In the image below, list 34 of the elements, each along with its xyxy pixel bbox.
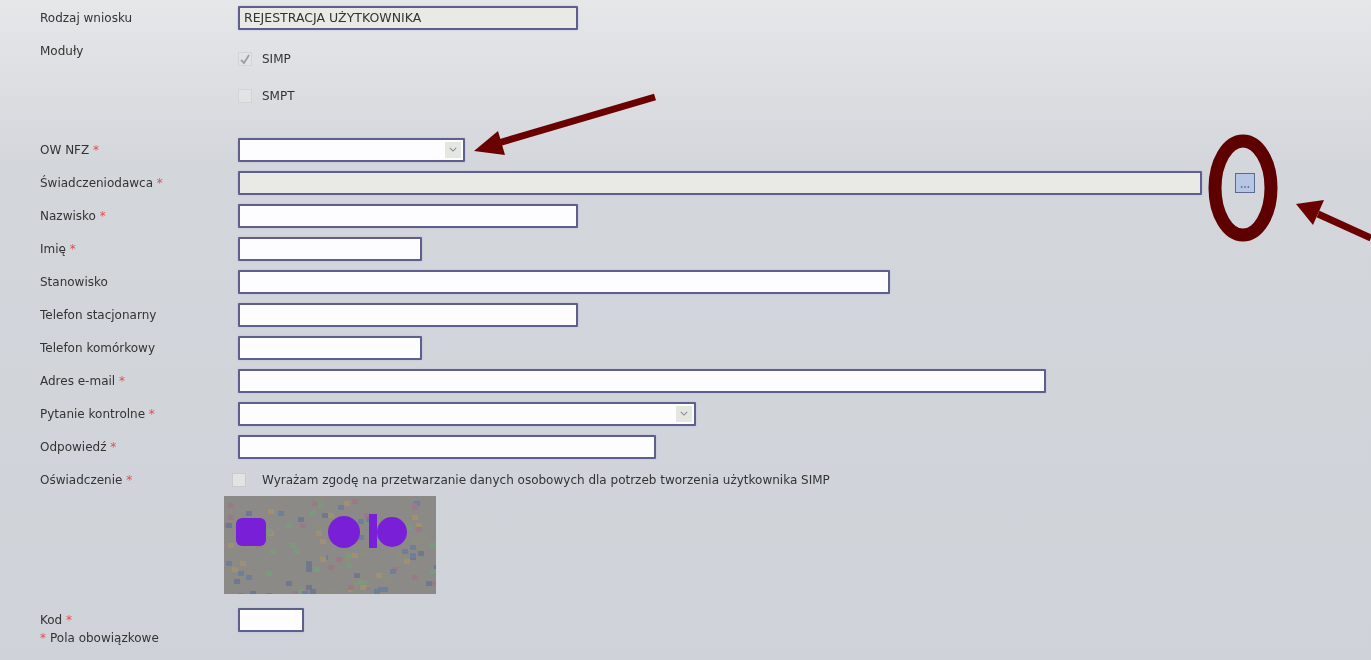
field-label: Imię * bbox=[40, 241, 77, 256]
browse-button[interactable] bbox=[1235, 172, 1255, 193]
consent-checkbox[interactable] bbox=[232, 472, 246, 487]
code-field[interactable] bbox=[238, 607, 304, 632]
field-label: Kod * bbox=[40, 612, 74, 627]
field-label: Nazwisko * bbox=[40, 208, 107, 223]
chevron-down-icon bbox=[445, 141, 461, 158]
text-field[interactable] bbox=[238, 203, 578, 228]
field-label: Pytanie kontrolne * bbox=[40, 406, 156, 421]
field-label: OW NFZ * bbox=[40, 142, 101, 157]
field-label: Moduły bbox=[40, 43, 85, 60]
checkbox-label: SMPT bbox=[262, 88, 295, 103]
dropdown-field[interactable] bbox=[238, 401, 696, 426]
consent-text: Wyrażam zgodę na przetwarzanie danych osobowych dla potrzeb tworzenia użytkownika SIMP bbox=[262, 472, 830, 487]
text-field[interactable] bbox=[238, 368, 1046, 393]
field-label: Telefon komórkowy bbox=[40, 340, 156, 355]
text-field[interactable] bbox=[238, 335, 422, 360]
text-field[interactable] bbox=[238, 269, 890, 294]
field-label: Telefon stacjonarny bbox=[40, 307, 158, 322]
field-label: Oświadczenie * bbox=[40, 472, 134, 487]
required-mark: * bbox=[40, 631, 46, 645]
required-note: Pola obowiązkowe bbox=[50, 631, 159, 645]
field-label: Adres e-mail * bbox=[40, 373, 126, 388]
dropdown-field[interactable] bbox=[238, 137, 465, 162]
text-field[interactable] bbox=[238, 302, 578, 327]
ellipsis-icon bbox=[1240, 184, 1250, 189]
checkbox-label: SIMP bbox=[262, 51, 291, 66]
chevron-down-icon bbox=[676, 405, 692, 422]
field-label: Odpowiedź * bbox=[40, 439, 118, 454]
field-label: Rodzaj wniosku bbox=[40, 10, 134, 25]
field-label: Świadczeniodawca * bbox=[40, 175, 164, 190]
text-field[interactable] bbox=[238, 236, 422, 261]
text-field[interactable] bbox=[238, 434, 656, 459]
field-label: Stanowisko bbox=[40, 274, 109, 289]
